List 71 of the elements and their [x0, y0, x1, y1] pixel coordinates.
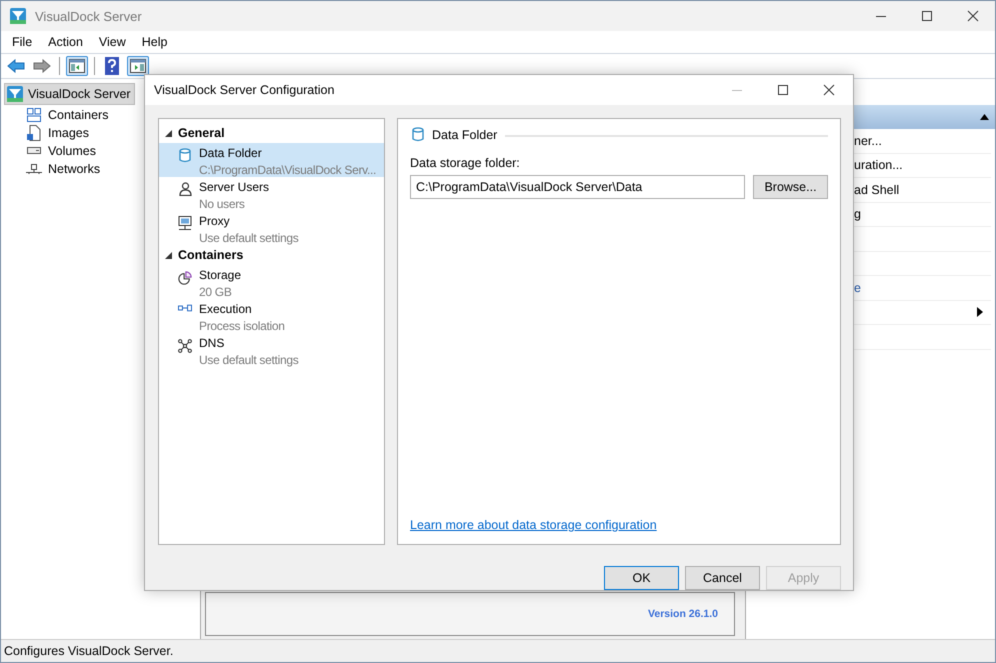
grid-icon [27, 108, 41, 122]
back-arrow-icon[interactable] [7, 59, 25, 73]
tree-item[interactable]: Volumes [48, 144, 96, 158]
pane-command[interactable]: ad Shell [854, 182, 900, 197]
close-icon[interactable] [967, 10, 979, 22]
section-heading: Data Folder [432, 128, 498, 142]
connector-icon [178, 304, 192, 312]
item-title: Proxy [199, 213, 231, 230]
tree-item[interactable]: Containers [48, 108, 108, 122]
menu-item[interactable]: Help [134, 35, 176, 49]
settings-item[interactable]: Server Users No users [159, 177, 384, 211]
document-icon [27, 125, 41, 141]
settings-item[interactable]: Execution Process isolation [159, 299, 384, 333]
tree-item[interactable]: Networks [48, 162, 100, 176]
item-subtitle: C:\ProgramData\VisualDock Serv... [199, 162, 376, 179]
folder-path-field[interactable]: C:\ProgramData\VisualDock Server\Data [410, 175, 745, 199]
help-icon[interactable] [105, 57, 119, 75]
menu-item[interactable]: Action [40, 35, 91, 49]
item-subtitle: Use default settings [199, 352, 298, 369]
pane-toggle-button[interactable] [127, 56, 149, 76]
item-title: DNS [199, 335, 226, 352]
item-title: Storage [199, 267, 242, 284]
pane-command[interactable]: g [854, 207, 861, 222]
item-title: Data Folder [199, 145, 263, 162]
dialog-button[interactable]: Cancel [685, 566, 760, 590]
pie-chart-icon [178, 270, 192, 286]
cylinder-icon [412, 127, 424, 142]
user-icon [178, 182, 192, 196]
item-title: Server Users [199, 179, 270, 196]
help-link[interactable]: Learn more about data storage configuration [410, 518, 657, 532]
forward-arrow-icon[interactable] [33, 59, 51, 73]
settings-item[interactable]: Data Folder C:\ProgramData\VisualDock Serv... [159, 143, 384, 177]
tree-root-item[interactable]: VisualDock Server [4, 83, 135, 105]
item-subtitle: Process isolation [199, 318, 285, 335]
collapse-arrow-icon[interactable] [980, 114, 989, 120]
maximize-icon[interactable] [777, 84, 789, 96]
network-nodes-icon [178, 338, 192, 354]
group-heading: Containers [178, 248, 244, 262]
field-label: Data storage folder: [410, 156, 521, 170]
drive-icon [27, 147, 41, 155]
app-icon [9, 7, 27, 25]
pane-toggle-button[interactable] [66, 56, 88, 76]
group-heading: General [178, 126, 225, 140]
browse-button[interactable]: Browse... [753, 175, 828, 199]
settings-item[interactable]: DNS Use default settings [159, 333, 384, 367]
close-icon[interactable] [823, 84, 835, 96]
maximize-icon[interactable] [921, 10, 933, 22]
item-subtitle: Use default settings [199, 230, 298, 247]
collapse-arrow-icon[interactable] [165, 130, 172, 136]
tree-item[interactable]: Images [48, 126, 89, 140]
pane-command[interactable]: uration... [854, 158, 903, 172]
pane-command[interactable]: ner... [854, 134, 882, 148]
pane-command[interactable]: e [854, 280, 861, 295]
dialog-button[interactable]: OK [604, 566, 679, 590]
version-label: Version 26.1.0 [648, 608, 718, 620]
network-icon [26, 163, 42, 175]
settings-item[interactable]: Storage 20 GB [159, 265, 384, 299]
menu-item[interactable]: View [90, 35, 134, 49]
monitor-icon [178, 216, 192, 231]
cylinder-icon [179, 148, 191, 163]
settings-item[interactable]: Proxy Use default settings [159, 211, 384, 245]
status-bar: Configures VisualDock Server. [1, 640, 995, 662]
item-subtitle: No users [199, 196, 246, 213]
app-icon [6, 85, 24, 103]
submenu-arrow-icon[interactable] [977, 307, 983, 318]
item-subtitle: 20 GB [199, 284, 233, 301]
dialog-title: VisualDock Server Configuration [154, 83, 336, 97]
collapse-arrow-icon[interactable] [165, 252, 172, 258]
menu-item[interactable]: File [4, 35, 40, 49]
window-title: VisualDock Server [35, 8, 143, 24]
item-title: Execution [199, 301, 253, 318]
